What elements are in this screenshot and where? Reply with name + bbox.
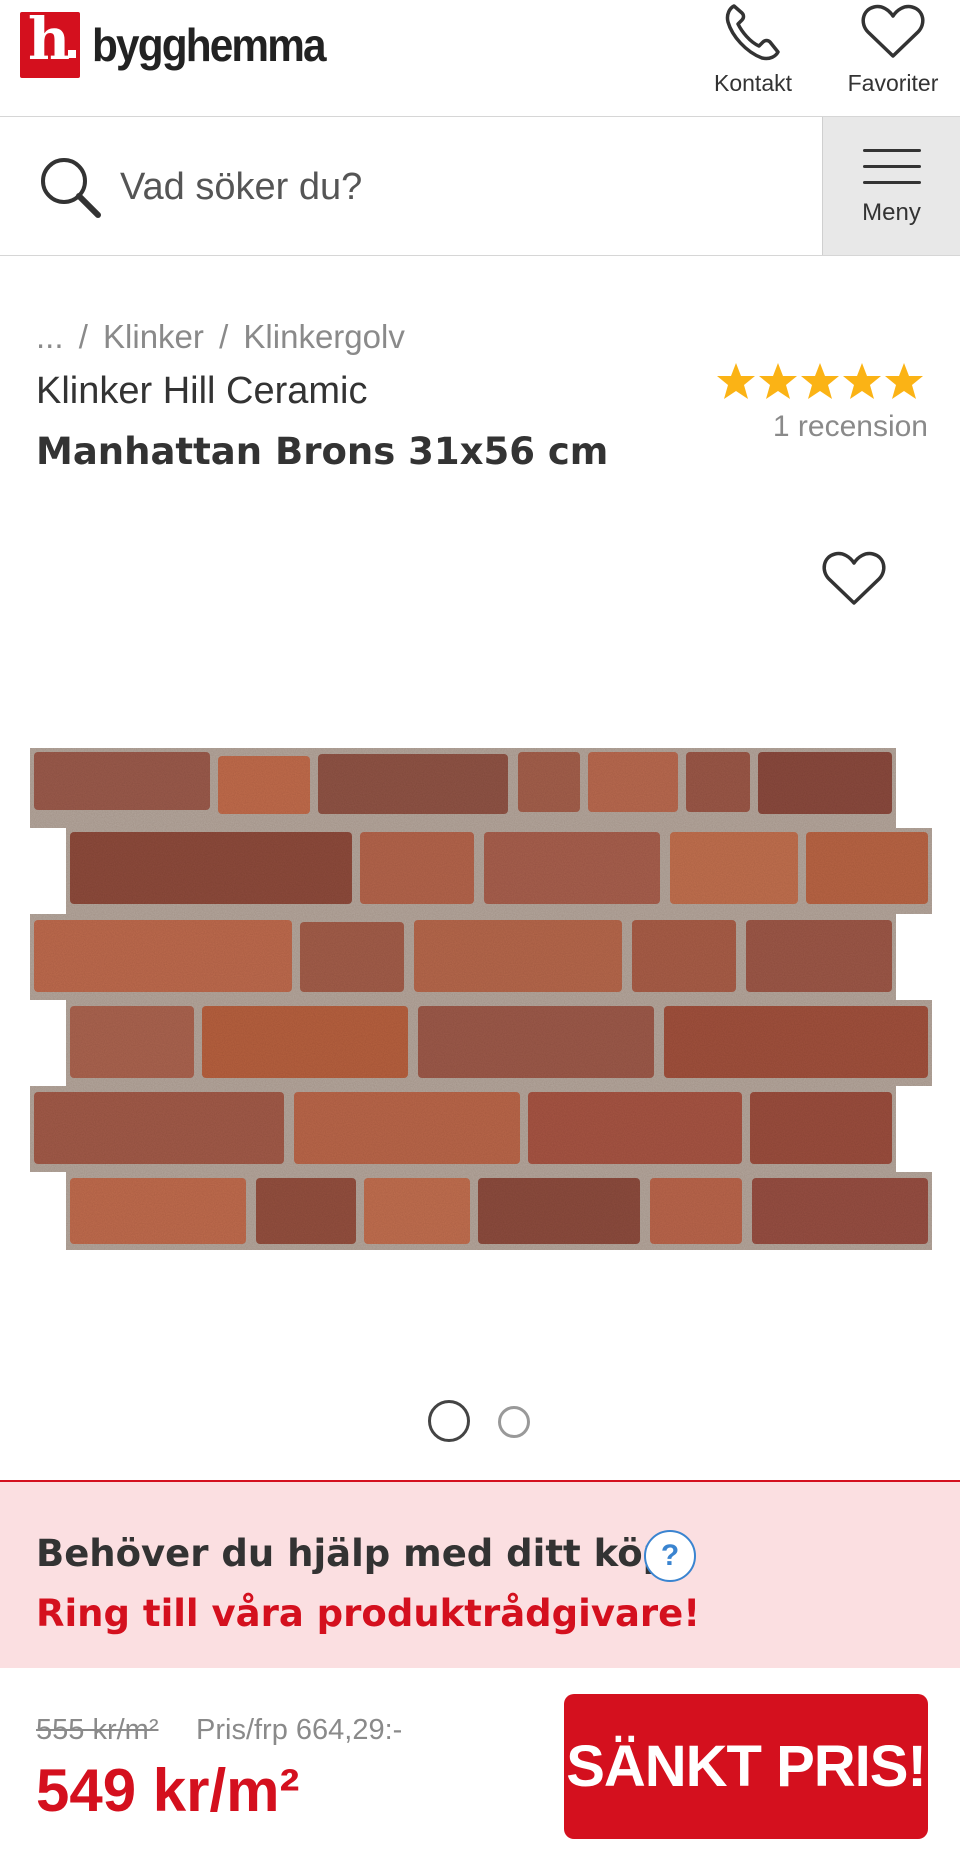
breadcrumb-separator: /: [219, 318, 229, 355]
search-bar: Meny: [0, 117, 960, 256]
favorites-button[interactable]: Favoriter: [833, 0, 953, 110]
menu-label: Meny: [862, 199, 921, 226]
logo-text: bygghemma: [92, 19, 327, 71]
price-reduced-button[interactable]: SÄNKT PRIS!: [564, 1694, 928, 1839]
help-banner[interactable]: Behöver du hjälp med ditt köp? ? Ring ti…: [0, 1480, 960, 1668]
image-carousel-dots: [0, 1398, 960, 1444]
carousel-dot-2[interactable]: [498, 1406, 530, 1438]
star-icon: [843, 363, 881, 399]
breadcrumb: ... / Klinker / Klinkergolv: [36, 318, 411, 356]
breadcrumb-klinker[interactable]: Klinker: [103, 318, 204, 355]
hamburger-icon: [862, 149, 921, 197]
star-icon: [801, 363, 839, 399]
heart-icon: [861, 4, 925, 58]
star-icon: [885, 363, 923, 399]
old-price: 555 kr/m²: [36, 1714, 159, 1746]
carousel-dot-1[interactable]: [428, 1400, 470, 1442]
help-icon[interactable]: ?: [644, 1530, 696, 1582]
price-per-package: Pris/frp 664,29:-: [196, 1714, 403, 1746]
logo-mark: h: [20, 6, 80, 78]
help-call-link[interactable]: Ring till våra produktrådgivare!: [36, 1592, 700, 1635]
favorites-label: Favoriter: [847, 70, 939, 96]
star-icon: [717, 363, 755, 399]
rating-stars[interactable]: [716, 362, 924, 400]
search-icon[interactable]: [38, 155, 104, 221]
product-title: Manhattan Brons 31x56 cm: [36, 430, 609, 473]
breadcrumb-separator: /: [78, 318, 88, 355]
breadcrumb-ellipsis[interactable]: ...: [36, 318, 64, 355]
add-to-favorites-heart-icon[interactable]: [820, 548, 888, 608]
help-question: Behöver du hjälp med ditt köp?: [36, 1532, 691, 1575]
phone-icon: [725, 4, 780, 61]
site-header: h bygghemma Kontakt Favoriter: [0, 0, 960, 117]
menu-button[interactable]: Meny: [822, 117, 960, 255]
contact-label: Kontakt: [714, 70, 792, 96]
price-bar: 555 kr/m² Pris/frp 664,29:- 549 kr/m² SÄ…: [0, 1668, 960, 1865]
contact-button[interactable]: Kontakt: [693, 0, 813, 110]
product-image[interactable]: [0, 720, 960, 1280]
product-brand[interactable]: Klinker Hill Ceramic: [36, 370, 368, 413]
bygghemma-logo[interactable]: h bygghemma: [20, 6, 345, 78]
search-input[interactable]: [120, 147, 800, 227]
review-count[interactable]: 1 recension: [773, 410, 928, 444]
current-price: 549 kr/m²: [36, 1757, 300, 1824]
breadcrumb-klinkergolv[interactable]: Klinkergolv: [243, 318, 404, 355]
star-icon: [759, 363, 797, 399]
